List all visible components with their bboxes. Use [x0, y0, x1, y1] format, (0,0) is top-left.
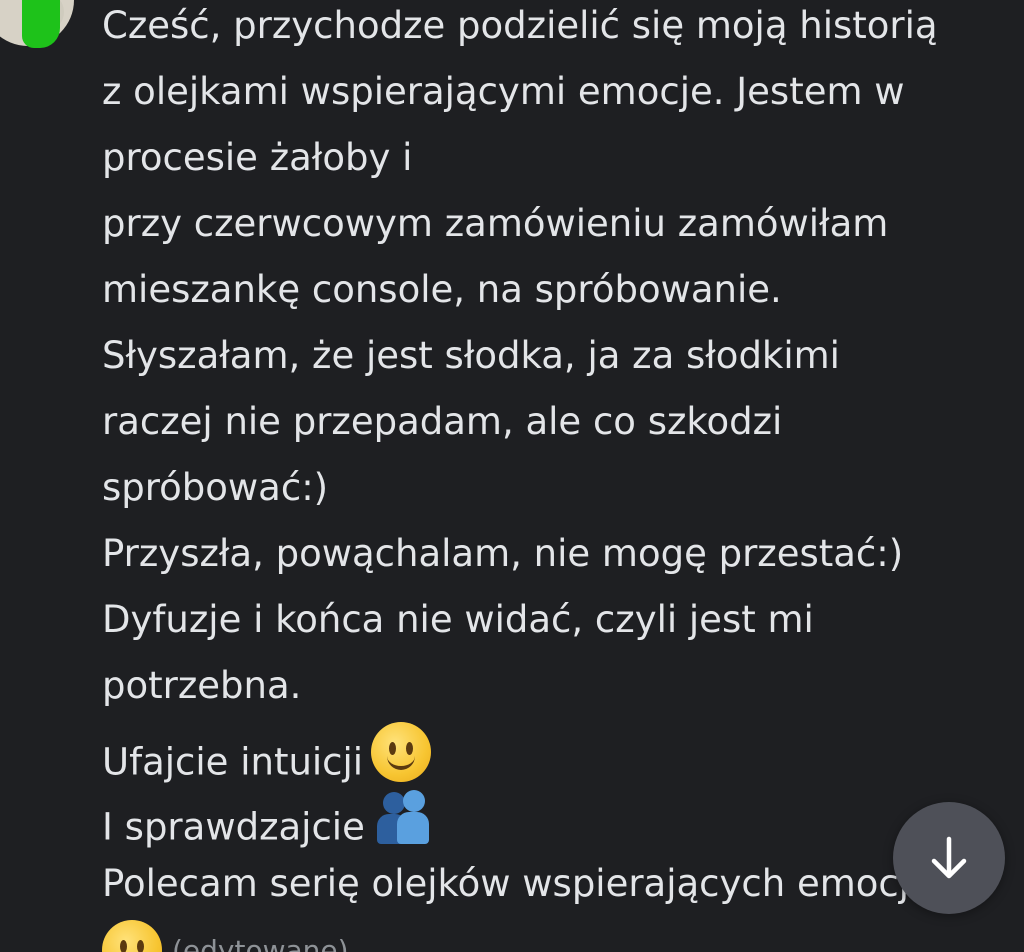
- message-line: mieszankę console, na spróbowanie.: [102, 268, 782, 311]
- people-hugging-icon: [373, 788, 433, 862]
- message-line: przy czerwcowym zamówieniu zamówiłam: [102, 202, 889, 245]
- message-line-with-emoji: I sprawdzajcie: [102, 790, 433, 849]
- message-line: potrzebna.: [102, 664, 302, 707]
- redaction-mark: [22, 0, 60, 48]
- message-text: Ufajcie intuicji: [102, 740, 364, 784]
- message-line-with-emoji: (edytowane): [102, 918, 349, 952]
- message-line: Słyszałam, że jest słodka, ja za słodkim…: [102, 334, 840, 377]
- message-line: spróbować:): [102, 466, 329, 509]
- edited-label: (edytowane): [172, 934, 349, 952]
- slightly-smiling-face-icon: [371, 722, 432, 798]
- arrow-down-icon: [931, 836, 967, 879]
- message-line: procesie żałoby i: [102, 136, 413, 179]
- message-line: Cześć, przychodze podzielić się moją his…: [102, 4, 938, 47]
- message-text: I sprawdzajcie: [102, 805, 365, 849]
- message-line: Polecam serię olejków wspierających emoc…: [102, 862, 932, 905]
- scroll-to-bottom-button[interactable]: [893, 802, 1005, 914]
- message-line: Dyfuzje i końca nie widać, czyli jest mi: [102, 598, 814, 641]
- message-line: Przyszła, powąchalam, nie mogę przestać:…: [102, 532, 904, 575]
- message-line: raczej nie przepadam, ale co szkodzi: [102, 400, 783, 443]
- message-line: z olejkami wspierającymi emocje. Jestem …: [102, 70, 905, 113]
- chat-view: Cześć, przychodze podzielić się moją his…: [0, 0, 1024, 952]
- user-avatar[interactable]: [0, 0, 78, 50]
- message-line-with-emoji: Ufajcie intuicji: [102, 722, 432, 784]
- slightly-smiling-face-icon: [102, 919, 162, 952]
